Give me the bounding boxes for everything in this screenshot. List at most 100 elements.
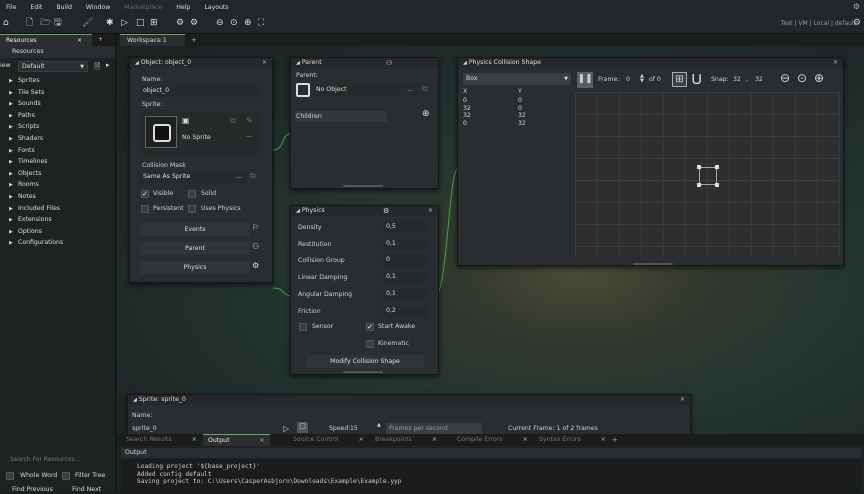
pause-icon[interactable]: ❚❚ xyxy=(577,72,593,88)
tab-resources[interactable]: Resources × xyxy=(0,34,92,46)
physics-prop-input[interactable]: 0 xyxy=(383,255,428,267)
close-icon[interactable]: × xyxy=(601,436,606,443)
settings-gear-icon[interactable]: ⚙ xyxy=(853,2,860,11)
add-tab-icon[interactable]: + xyxy=(612,434,618,446)
shape-handle[interactable] xyxy=(715,165,719,169)
stop-icon[interactable]: □ xyxy=(297,422,308,433)
menu-window[interactable]: Window xyxy=(86,4,110,11)
target-gear-icon[interactable]: ⚙ xyxy=(853,18,861,29)
close-icon[interactable]: × xyxy=(192,436,197,443)
collapse-icon[interactable]: ◢ xyxy=(463,60,467,66)
tree-item-objects[interactable]: ▶ Objects xyxy=(0,168,115,180)
kinematic-checkbox[interactable] xyxy=(366,340,374,348)
search-input[interactable]: Search For Resources... xyxy=(0,454,116,466)
menu-edit[interactable]: Edit xyxy=(30,4,42,11)
physics-prop-input[interactable]: 0,5 xyxy=(383,222,428,233)
collision-canvas[interactable] xyxy=(575,92,840,257)
zoom-reset-icon[interactable]: ⊙ xyxy=(797,71,807,85)
tree-item-timelines[interactable]: ▶ Timelines xyxy=(0,156,115,168)
zoom-out-icon[interactable]: ⊖ xyxy=(216,18,224,29)
tree-item-options[interactable]: ▶ Options xyxy=(0,226,115,238)
shape-handle[interactable] xyxy=(697,165,701,169)
menu-build[interactable]: Build xyxy=(56,4,72,11)
menu-help[interactable]: Help xyxy=(176,4,190,11)
physics-button[interactable]: Physics xyxy=(140,261,250,274)
expand-arrow-icon[interactable]: ▶ xyxy=(9,215,18,227)
uses-physics-checkbox[interactable] xyxy=(188,205,196,213)
collision-mask-select[interactable]: Same As Sprite ... xyxy=(140,172,246,183)
tree-item-scripts[interactable]: ▶ Scripts xyxy=(0,121,115,133)
physics-prop-input[interactable]: 0,2 xyxy=(383,305,428,317)
sprite-preview[interactable] xyxy=(145,116,177,148)
filter-tree-checkbox[interactable] xyxy=(62,472,70,480)
panel-menu-icon[interactable]: ▸ xyxy=(106,61,110,69)
name-input[interactable]: object_0 xyxy=(140,86,262,97)
open-folder-icon[interactable]: 🗁 xyxy=(40,18,51,29)
expand-arrow-icon[interactable]: ▶ xyxy=(9,192,18,204)
tab-search-results[interactable]: Search Results × xyxy=(121,434,202,446)
magnet-icon[interactable]: ⋃ xyxy=(692,72,701,85)
menu-file[interactable]: File xyxy=(6,4,16,11)
tree-item-tile-sets[interactable]: ▶ Tile Sets xyxy=(0,87,115,99)
target-status[interactable]: Test | VM | Local | default xyxy=(781,20,856,27)
add-child-icon[interactable]: ⊕ xyxy=(422,109,430,119)
play-icon[interactable]: ▷ xyxy=(283,424,289,433)
physics-prop-input[interactable]: 0,1 xyxy=(383,288,428,300)
expand-arrow-icon[interactable]: ▶ xyxy=(9,76,18,88)
output-log[interactable]: Loading project '${base_project}' Added c… xyxy=(121,459,861,492)
gear-icon[interactable]: ⚙ xyxy=(252,261,259,270)
zoom-in-icon[interactable]: ⊕ xyxy=(814,71,824,85)
tree-item-paths[interactable]: ▶ Paths xyxy=(0,110,115,122)
snap-x-input[interactable]: 32 xyxy=(733,76,741,83)
tree-item-notes[interactable]: ▶ Notes xyxy=(0,191,115,203)
events-button[interactable]: Events xyxy=(140,223,250,236)
tab-output[interactable]: Output × xyxy=(203,434,270,446)
zoom-reset-icon[interactable]: ⊙ xyxy=(230,18,238,29)
zoom-in-icon[interactable]: ⊕ xyxy=(244,18,252,29)
parent-button[interactable]: Parent xyxy=(140,242,250,255)
collapse-icon[interactable]: ◢ xyxy=(135,60,139,66)
tree-item-sprites[interactable]: ▶ Sprites xyxy=(0,75,115,87)
close-icon[interactable]: × xyxy=(833,58,838,68)
whole-word-checkbox[interactable] xyxy=(6,472,14,480)
close-icon[interactable]: × xyxy=(432,436,437,443)
close-icon[interactable]: × xyxy=(359,436,364,443)
add-tab-icon[interactable]: + xyxy=(92,34,109,46)
speed-stepper-icon[interactable]: ▲ xyxy=(377,422,381,428)
zoom-out-icon[interactable]: ⊖ xyxy=(780,71,790,85)
tree-item-shaders[interactable]: ▶ Shaders xyxy=(0,133,115,145)
tree-item-sounds[interactable]: ▶ Sounds xyxy=(0,98,115,110)
tab-syntax-errors[interactable]: Syntax Errors × xyxy=(534,434,611,446)
tree-item-extensions[interactable]: ▶ Extensions xyxy=(0,214,115,226)
point-row[interactable]: 0 32 xyxy=(458,120,573,128)
flag-icon[interactable]: ⚐ xyxy=(252,223,259,232)
physics-prop-input[interactable]: 0,1 xyxy=(383,238,428,250)
menu-layouts[interactable]: Layouts xyxy=(204,4,228,11)
resize-grip[interactable] xyxy=(343,371,383,373)
tree-item-configurations[interactable]: ▶ Configurations xyxy=(0,237,115,249)
sensor-checkbox[interactable] xyxy=(299,323,307,331)
config-select[interactable]: Default ▼ xyxy=(18,61,88,72)
preferences-icon[interactable]: ⚙ xyxy=(190,18,198,29)
resize-grip[interactable] xyxy=(633,263,673,265)
solid-checkbox[interactable] xyxy=(188,190,196,198)
tree-item-included-files[interactable]: ▶ Included Files xyxy=(0,203,115,215)
speed-input[interactable]: 15 xyxy=(350,425,358,432)
tab-breakpoints[interactable]: Breakpoints × xyxy=(370,434,442,446)
close-icon[interactable]: × xyxy=(523,436,528,443)
physics-prop-input[interactable]: 0,1 xyxy=(383,272,428,284)
game-options-icon[interactable]: ⚙ xyxy=(176,18,184,29)
tab-source-control[interactable]: Source Control × xyxy=(288,434,369,446)
debug-icon[interactable]: ✱ xyxy=(106,18,114,29)
visible-checkbox[interactable]: ✓ xyxy=(141,190,149,198)
parent-edit-icon[interactable]: ⧉ xyxy=(422,84,428,94)
tree-item-rooms[interactable]: ▶ Rooms xyxy=(0,179,115,191)
mask-edit-icon[interactable]: ⧉ xyxy=(250,171,256,181)
point-row[interactable]: 00 xyxy=(458,97,573,105)
collision-more-button[interactable]: ... xyxy=(236,172,242,182)
expand-arrow-icon[interactable]: ▶ xyxy=(9,134,18,146)
sprite-name-input[interactable]: sprite_0 xyxy=(132,425,157,432)
frame-value[interactable]: 0 xyxy=(626,76,630,83)
point-row[interactable]: 32 0 xyxy=(458,105,573,113)
snap-y-input[interactable]: 32 xyxy=(755,76,763,83)
